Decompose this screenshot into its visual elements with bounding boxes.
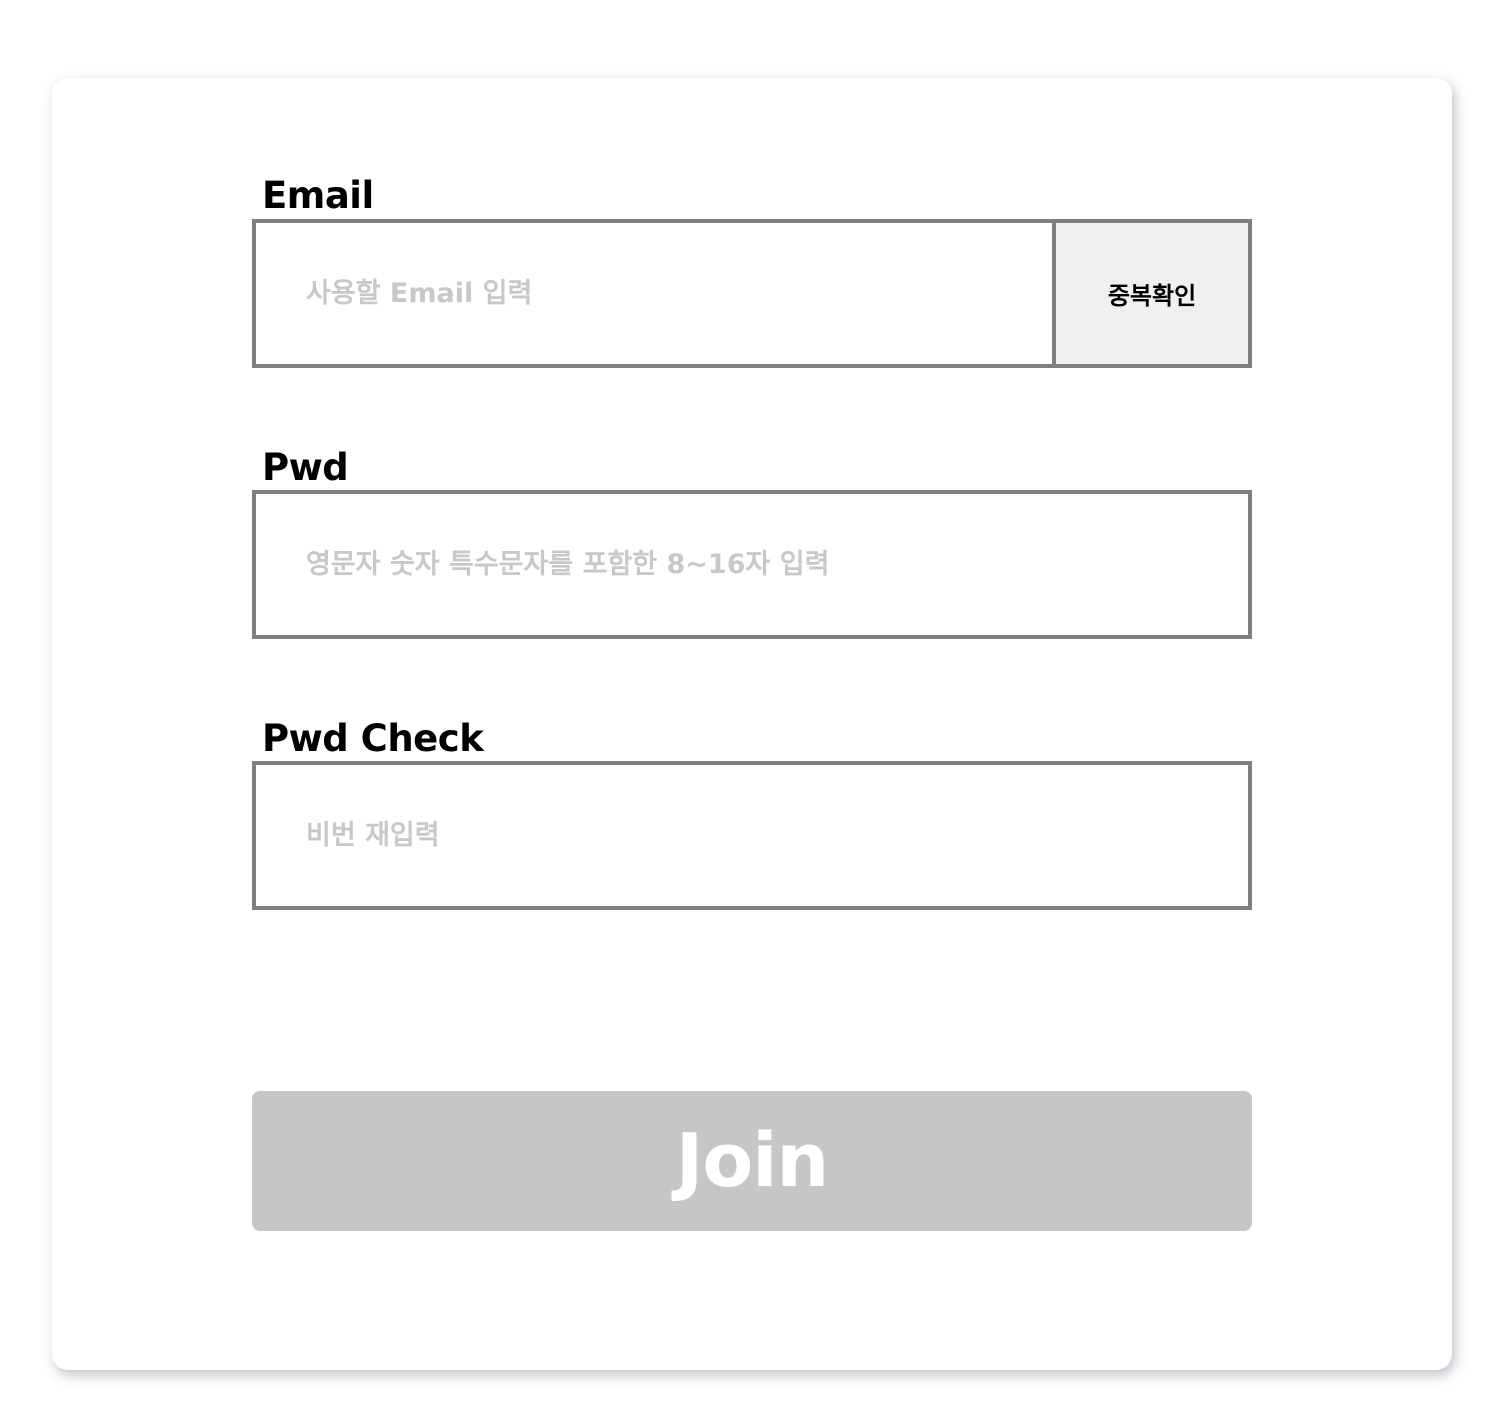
signup-card: Email 중복확인 Pwd Pwd Check Join — [52, 78, 1452, 1370]
password-check-input[interactable] — [256, 765, 1248, 906]
email-input[interactable] — [256, 223, 1054, 364]
password-input[interactable] — [256, 494, 1248, 635]
password-check-field-container — [252, 761, 1252, 910]
duplicate-check-button[interactable]: 중복확인 — [1052, 223, 1248, 364]
email-label: Email — [262, 174, 374, 217]
password-check-label: Pwd Check — [262, 717, 484, 760]
password-label: Pwd — [262, 446, 349, 489]
join-button[interactable]: Join — [252, 1091, 1252, 1231]
password-field-container — [252, 490, 1252, 639]
email-field-container: 중복확인 — [252, 219, 1252, 368]
